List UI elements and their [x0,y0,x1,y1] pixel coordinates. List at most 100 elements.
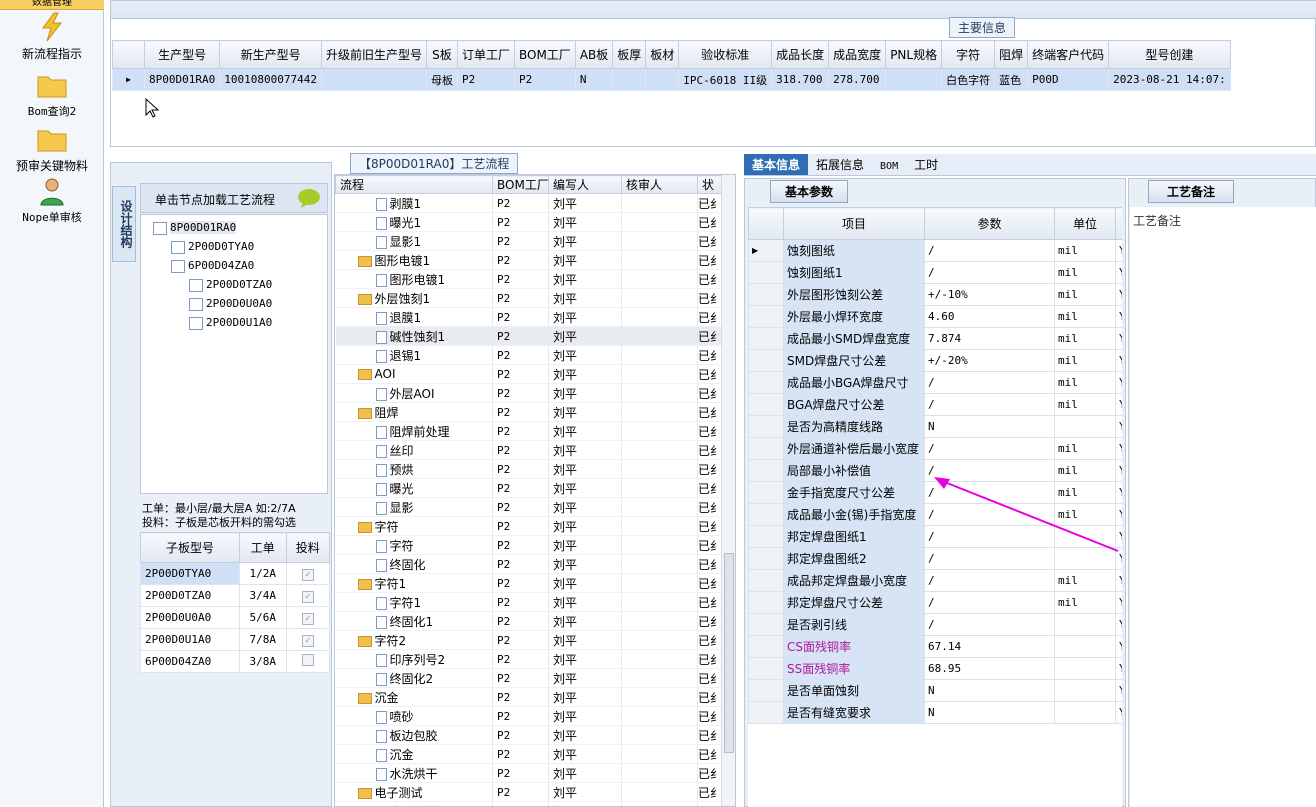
param-column-header[interactable]: 项目 [783,207,925,240]
flow-row[interactable]: 印序列号2 P2 刘平 已纟 [335,649,722,669]
flow-row[interactable]: 字符1 P2 刘平 已纟 [335,573,722,593]
column-header[interactable]: 订单工厂 [456,40,515,69]
sub-column-header[interactable]: 工单 [238,532,287,563]
flow-row[interactable]: 字符 P2 刘平 已纟 [335,535,722,555]
column-header[interactable]: 新生产型号 [219,40,322,69]
flow-row[interactable]: 板边包胶 P2 刘平 已纟 [335,725,722,745]
sub-model-cell[interactable]: 6P00D04ZA0 [140,650,240,673]
column-header[interactable]: 成品长度 [771,40,830,69]
flow-row[interactable]: 喷砂 P2 刘平 已纟 [335,706,722,726]
cell[interactable]: 母板 [425,68,458,91]
cell[interactable]: 10010800077442 [219,68,322,91]
cell[interactable]: P2 [456,68,515,91]
design-structure-vtab[interactable]: 设计结构 [112,186,136,262]
param-column-header[interactable]: 参数 [924,207,1055,240]
feed-checkbox[interactable]: ✓ [301,568,314,581]
flow-row[interactable]: 碱性蚀刻1 P2 刘平 已纟 [335,326,722,346]
cell[interactable] [885,68,943,91]
flow-step-cell[interactable]: 字符1 [335,573,493,593]
flow-step-cell[interactable]: 显影 [335,497,493,517]
param-value-cell[interactable]: N [924,679,1055,702]
column-header[interactable]: 生产型号 [143,40,221,69]
flow-row[interactable]: 字符2 P2 刘平 已纟 [335,630,722,650]
column-header[interactable]: 型号创建 [1108,40,1231,69]
cell[interactable]: N [574,68,614,91]
flow-row[interactable]: 丝印 P2 刘平 已纟 [335,440,722,460]
feed-checkbox[interactable]: ✓ [301,634,314,647]
param-row[interactable]: 是否为高精度线路N Y [748,415,1122,438]
flow-row[interactable]: 字符 P2 刘平 已纟 [335,516,722,536]
info-tab[interactable]: 拓展信息 [808,154,872,175]
param-value-cell[interactable]: 7.874 [924,327,1055,350]
column-header[interactable]: BOM工厂 [513,40,576,69]
table-row[interactable]: ▶ 8P00D01RA0 10010800077442 母板 P2 P2 N IPC-6018… [112,68,1231,91]
flow-row[interactable]: 外层蚀刻1 P2 刘平 已纟 [335,288,722,308]
flow-step-cell[interactable]: 终固化1 [335,611,493,631]
flow-row[interactable]: 图形电镀1 P2 刘平 已纟 [335,250,722,270]
cell[interactable]: 白色字符 [941,68,996,91]
flow-row[interactable]: 曝光 P2 刘平 已纟 [335,478,722,498]
flow-scroll-thumb[interactable] [724,553,734,753]
flow-step-cell[interactable]: 预烘 [335,459,493,479]
param-row[interactable]: 成品邦定焊盘最小宽度/milY [748,569,1122,592]
nav-item-bom-query[interactable]: Bom查询2 [0,70,104,119]
param-row[interactable]: CS面残铜率67.14 Y [748,635,1122,658]
info-tab[interactable]: 工时 [906,154,946,175]
nav-top-tab[interactable]: 数据管理 [0,0,104,10]
flow-row[interactable]: 图形电镀1 P2 刘平 已纟 [335,269,722,289]
flow-step-cell[interactable]: 阻焊前处理 [335,421,493,441]
flow-row[interactable]: 阻焊 P2 刘平 已纟 [335,402,722,422]
flow-row[interactable]: 终固化 P2 刘平 已纟 [335,554,722,574]
tree-node[interactable]: 6P00D04ZA0 [171,259,254,273]
param-row[interactable]: 是否剥引线/ Y [748,613,1122,636]
param-row[interactable]: 是否有缝宽要求N Y [748,701,1122,724]
table-row[interactable]: 2P00D0TYA0 1/2A ✓ [140,562,331,585]
flow-step-cell[interactable]: 剥膜1 [335,193,493,213]
tab-process-remark[interactable]: 工艺备注 [1148,180,1235,203]
flow-step-cell[interactable]: AOI [335,364,493,384]
flow-step-cell[interactable]: 电子测试 [335,801,493,806]
param-row[interactable]: 成品最小BGA焊盘尺寸/milY [748,371,1122,394]
param-row[interactable]: ▶蚀刻图纸/milY [748,239,1122,262]
column-header[interactable]: 升级前旧生产型号 [320,40,427,69]
cell[interactable]: 8P00D01RA0 [143,68,221,91]
flow-row[interactable]: 水洗烘干 P2 刘平 已纟 [335,763,722,783]
param-value-cell[interactable]: / [924,239,1055,262]
flow-column-header[interactable]: 核审人 [621,175,698,194]
column-header[interactable]: AB板 [574,40,614,69]
cell[interactable]: 2023-08-21 14:07: [1108,68,1231,91]
column-header[interactable]: 成品宽度 [828,40,887,69]
column-header[interactable]: 板厚 [612,40,647,69]
info-tab[interactable]: 基本信息 [744,154,809,175]
tree-node[interactable]: 8P00D01RA0 [153,221,237,235]
cell[interactable] [612,68,647,91]
flow-row[interactable]: 显影1 P2 刘平 已纟 [335,231,722,251]
param-value-cell[interactable]: +/-20% [924,349,1055,372]
sub-model-cell[interactable]: 2P00D0U1A0 [140,628,240,651]
param-row[interactable]: 外层通道补偿后最小宽度/milY [748,437,1122,460]
param-value-cell[interactable]: 67.14 [924,635,1055,658]
flow-step-cell[interactable]: 字符 [335,535,493,555]
param-value-cell[interactable]: +/-10% [924,283,1055,306]
column-header[interactable]: S板 [425,40,458,69]
tree-node[interactable]: 2P00D0U1A0 [189,316,272,330]
subtab-basic-params[interactable]: 基本参数 [770,180,849,203]
column-header[interactable]: 终端客户代码 [1027,40,1110,69]
flow-step-cell[interactable]: 显影1 [335,231,493,251]
sub-workorder-cell[interactable]: 5/6A [238,606,287,629]
column-header[interactable]: 验收标准 [678,40,773,69]
feed-checkbox[interactable] [301,654,314,666]
table-row[interactable]: 2P00D0TZA0 3/4A ✓ [140,584,331,607]
sub-workorder-cell[interactable]: 1/2A [238,562,287,585]
flow-row[interactable]: 预烘 P2 刘平 已纟 [335,459,722,479]
sub-workorder-cell[interactable]: 7/8A [238,628,287,651]
flow-step-cell[interactable]: 外层蚀刻1 [335,288,493,308]
flow-step-cell[interactable]: 终固化 [335,554,493,574]
flow-step-cell[interactable]: 退锡1 [335,345,493,365]
table-row[interactable]: 2P00D0U0A0 5/6A ✓ [140,606,331,629]
flow-row[interactable]: 终固化2 P2 刘平 已纟 [335,668,722,688]
param-row[interactable]: 邦定焊盘尺寸公差/milY [748,591,1122,614]
info-tab[interactable]: BOM [872,159,906,174]
flow-row[interactable]: 终固化1 P2 刘平 已纟 [335,611,722,631]
flow-row[interactable]: 电子测试P2刘平 已纟 [335,801,722,806]
